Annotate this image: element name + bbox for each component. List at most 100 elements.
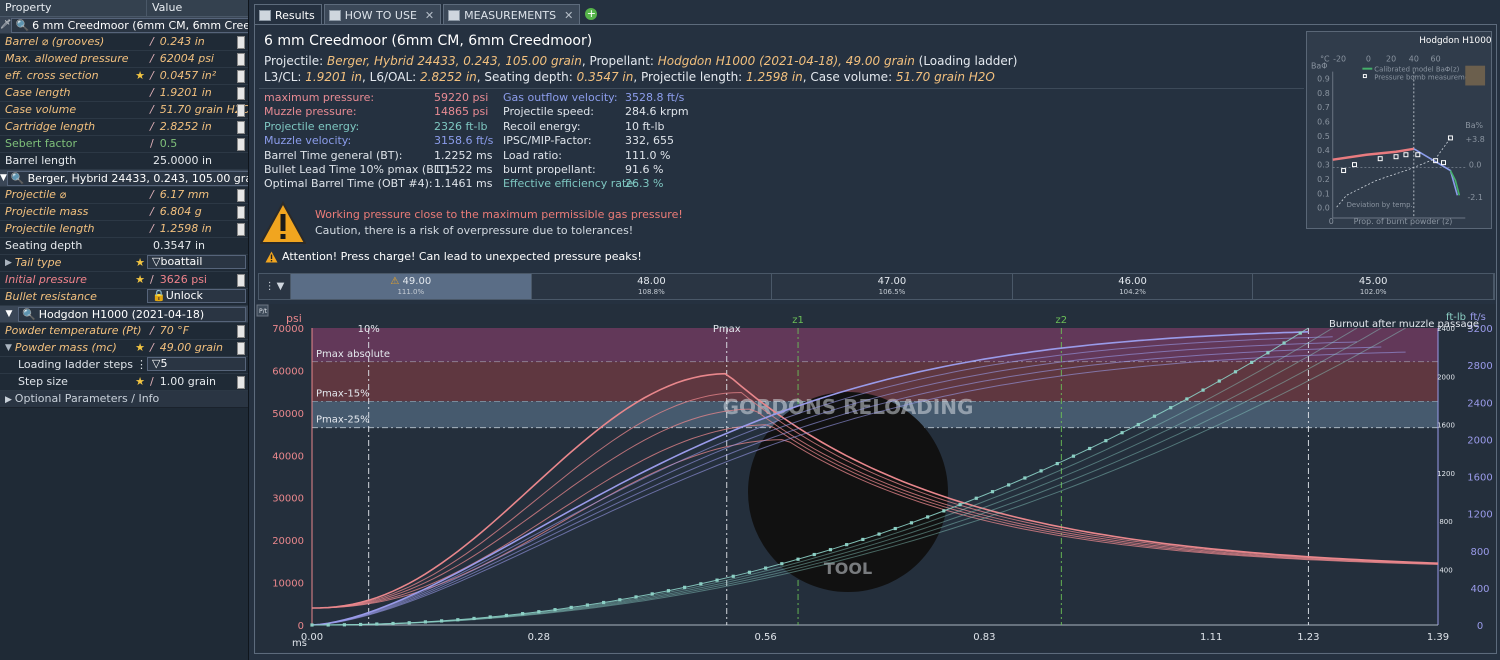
initial-pressure-value[interactable]: 3626 psi — [147, 272, 248, 288]
property-label: Seating depth — [5, 239, 83, 252]
collapse-icon[interactable]: ▼ — [0, 309, 18, 319]
close-icon[interactable]: ✕ — [425, 9, 434, 22]
step-size-label: Step size — [18, 375, 68, 388]
tail-type-key: ▶ Tail type ★ — [0, 255, 147, 271]
cartridge-row[interactable]: Max. allowed pressure 62004 psi — [0, 51, 248, 68]
powder-mass-row[interactable]: ▼Powder mass (mc) ★ 49.00 grain — [0, 340, 248, 357]
property-value[interactable]: 0.5 — [147, 136, 248, 152]
property-value[interactable]: 6.804 g — [147, 204, 248, 220]
energy-point — [1250, 360, 1254, 364]
value-spinner[interactable] — [237, 325, 245, 338]
property-column-header[interactable]: Property — [0, 0, 147, 16]
ladder-step[interactable]: ⚠ 49.00 111.0% — [291, 274, 532, 299]
tab-how-to-use[interactable]: HOW TO USE ✕ — [323, 4, 442, 24]
tail-type-row[interactable]: ▶ Tail type ★ ▽boattail — [0, 255, 248, 272]
projectile-group[interactable]: ▼ 🔍 Berger, Hybrid 24433, 0.243, 105.00 g… — [0, 170, 248, 187]
cartridge-row[interactable]: Case volume 51.70 grain H2O — [0, 102, 248, 119]
energy-point — [861, 537, 865, 542]
lock-icon: 🔒 — [152, 289, 166, 302]
step-size-key: Step size ★ — [0, 374, 147, 390]
ladder-steps-dropdown[interactable]: ▽5 — [147, 357, 246, 371]
value-spinner[interactable] — [237, 53, 245, 66]
ladder-menu[interactable]: ⋮ ▼ — [259, 274, 291, 299]
collapse-icon[interactable]: ▼ — [5, 340, 12, 356]
property-value[interactable]: 1.9201 in — [147, 85, 248, 101]
value-spinner[interactable] — [237, 274, 245, 287]
x-tick-label: 0.56 — [755, 632, 777, 643]
y2-tick-label: 2400 — [1467, 398, 1492, 409]
value-spinner[interactable] — [237, 206, 245, 219]
projectile-selector[interactable]: 🔍 Berger, Hybrid 24433, 0.243, 105.00 gra… — [6, 170, 248, 186]
result-line: IPSC/MIP-Factor: 332, 655 — [503, 134, 689, 148]
initial-pressure-row[interactable]: Initial pressure ★ 3626 psi — [0, 272, 248, 289]
property-value[interactable]: 2.8252 in — [147, 119, 248, 135]
property-value[interactable]: 6.17 mm — [147, 187, 248, 203]
expand-icon[interactable]: ▶ — [5, 255, 12, 271]
close-icon[interactable]: ✕ — [564, 9, 573, 22]
property-value[interactable]: 0.243 in — [147, 34, 248, 50]
mini-measurement-point — [1352, 162, 1357, 168]
value-spinner[interactable] — [237, 223, 245, 236]
optional-parameters[interactable]: ▶ Optional Parameters / Info — [0, 391, 248, 408]
property-value[interactable]: 1.2598 in — [147, 221, 248, 237]
value-spinner[interactable] — [237, 70, 245, 83]
result-label: maximum pressure: — [264, 91, 375, 104]
cartridge-row[interactable]: eff. cross section ★0.0457 in² — [0, 68, 248, 85]
cartridge-group[interactable]: 🗡 🔍6 mm Creedmoor (6mm CM, 6mm Creedmoor… — [0, 17, 248, 34]
cartridge-row[interactable]: Sebert factor 0.5 — [0, 136, 248, 153]
collapse-icon[interactable]: ▼ — [0, 173, 7, 183]
mini-legend-entry: Calibrated model BaΦ(z) — [1374, 66, 1459, 74]
ladder-step[interactable]: 48.00 108.8% — [532, 274, 773, 299]
step-size-row[interactable]: Step size ★ 1.00 grain — [0, 374, 248, 391]
projectile-key: Projectile ⌀ — [0, 187, 147, 203]
tail-type-label: Tail type — [14, 256, 62, 269]
cartridge-row[interactable]: Barrel length 25.0000 in — [0, 153, 248, 170]
value-spinner[interactable] — [237, 121, 245, 134]
cartridge-row[interactable]: Cartridge length 2.8252 in — [0, 119, 248, 136]
projectile-row[interactable]: Seating depth 0.3547 in — [0, 238, 248, 255]
y2-tick-label: 2800 — [1467, 361, 1492, 372]
cartridge-row[interactable]: Barrel ⌀ (grooves) 0.243 in — [0, 34, 248, 51]
cartridge-row[interactable]: Case length 1.9201 in — [0, 85, 248, 102]
mini-left-tick: 0.8 — [1317, 89, 1330, 98]
property-value[interactable]: 25.0000 in — [147, 153, 248, 169]
ladder-step[interactable]: 46.00 104.2% — [1013, 274, 1254, 299]
value-spinner[interactable] — [237, 189, 245, 202]
bullet-resistance-row[interactable]: Bullet resistance 🔒Unlock — [0, 289, 248, 306]
powder-group[interactable]: ▼ 🔍 Hodgdon H1000 (2021-04-18) — [0, 306, 248, 323]
step-size-value[interactable]: 1.00 grain — [147, 374, 248, 390]
property-value[interactable]: 51.70 grain H2O — [147, 102, 248, 118]
value-spinner[interactable] — [237, 36, 245, 49]
value-spinner[interactable] — [237, 104, 245, 117]
expand-icon[interactable]: ▶ — [5, 395, 15, 405]
projectile-row[interactable]: Projectile length 1.2598 in — [0, 221, 248, 238]
ladder-step[interactable]: 47.00 106.5% — [772, 274, 1013, 299]
property-value[interactable]: 0.0457 in² — [147, 68, 248, 84]
unlock-button[interactable]: 🔒Unlock — [147, 289, 246, 303]
powder-temperature-row[interactable]: Powder temperature (Pt) 70 °F — [0, 323, 248, 340]
ladder-step[interactable]: 45.00 102.0% — [1253, 274, 1494, 299]
value-column-header[interactable]: Value — [147, 0, 187, 16]
projectile-row[interactable]: Projectile ⌀ 6.17 mm — [0, 187, 248, 204]
cartridge-selector[interactable]: 🔍6 mm Creedmoor (6mm CM, 6mm Creedmoor) — [11, 17, 248, 33]
tab-measurements[interactable]: MEASUREMENTS ✕ — [443, 4, 581, 24]
property-value[interactable]: 0.3547 in — [147, 238, 248, 254]
powder-temp-value[interactable]: 70 °F — [147, 323, 248, 339]
add-tab-button[interactable]: + — [585, 8, 598, 20]
x-tick-label: 0.83 — [973, 632, 995, 643]
tab-results[interactable]: Results — [254, 4, 322, 24]
ladder-steps-row[interactable]: Loading ladder steps ⋮ ▽5 — [0, 357, 248, 374]
property-value[interactable]: 62004 psi — [147, 51, 248, 67]
y-tick-label: 60000 — [272, 366, 304, 377]
powder-selector[interactable]: 🔍 Hodgdon H1000 (2021-04-18) — [18, 306, 246, 322]
bullet-resistance-label: Bullet resistance — [5, 290, 97, 303]
tail-type-dropdown[interactable]: ▽boattail — [147, 255, 246, 269]
value-spinner[interactable] — [237, 138, 245, 151]
value-spinner[interactable] — [237, 342, 245, 355]
value-spinner[interactable] — [237, 376, 245, 389]
mini-measurement-point — [1393, 154, 1399, 160]
projectile-row[interactable]: Projectile mass 6.804 g — [0, 204, 248, 221]
value-spinner[interactable] — [237, 87, 245, 100]
powder-mass-value[interactable]: 49.00 grain — [147, 340, 248, 356]
result-line: maximum pressure: 59220 psi — [264, 91, 493, 105]
